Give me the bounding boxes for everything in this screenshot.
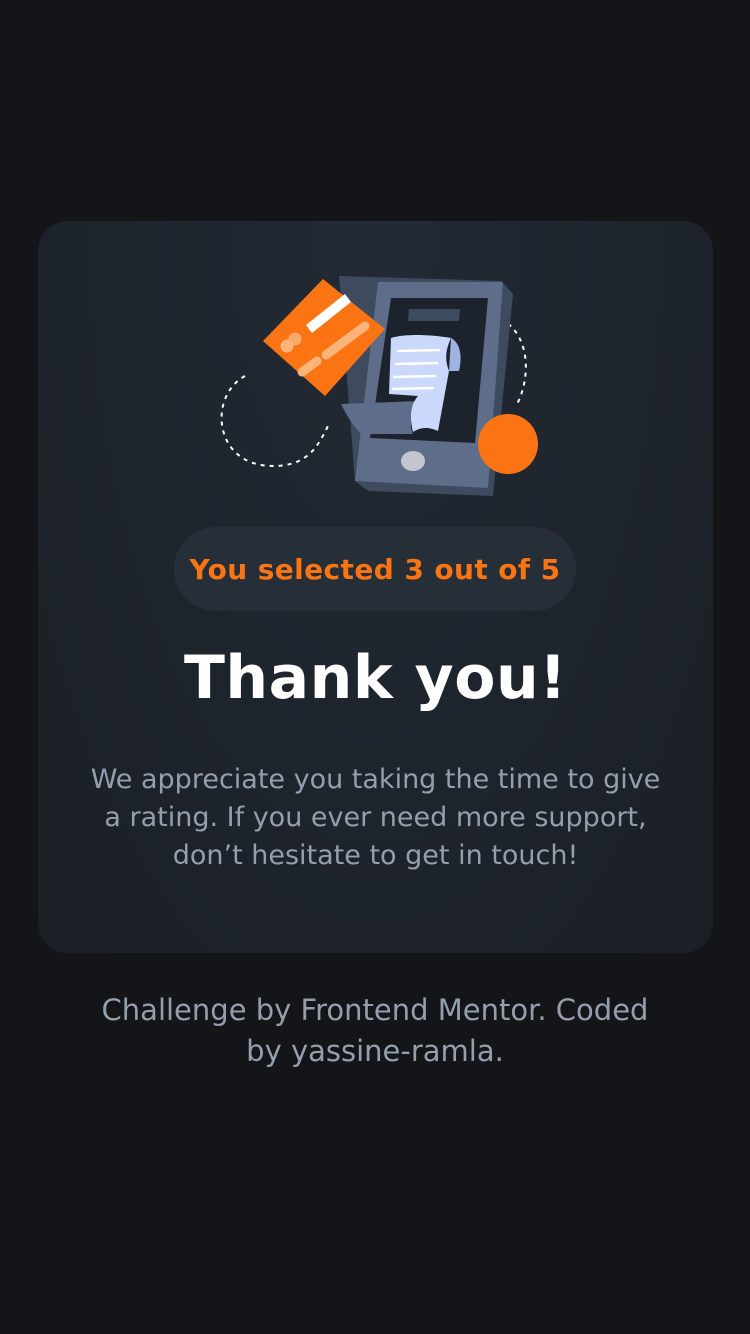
thank-you-title: Thank you! (183, 643, 568, 713)
thank-you-card: You selected 3 out of 5 Thank you! We ap… (38, 221, 713, 953)
page: You selected 3 out of 5 Thank you! We ap… (0, 0, 750, 1334)
rating-result-badge: You selected 3 out of 5 (174, 527, 576, 611)
thank-you-message: We appreciate you taking the time to giv… (90, 764, 661, 871)
footer-attribution: Challenge by Frontend Mentor. Coded by y… (101, 993, 649, 1068)
orange-dot-icon (478, 414, 538, 474)
rating-result-text: You selected 3 out of 5 (189, 552, 561, 586)
